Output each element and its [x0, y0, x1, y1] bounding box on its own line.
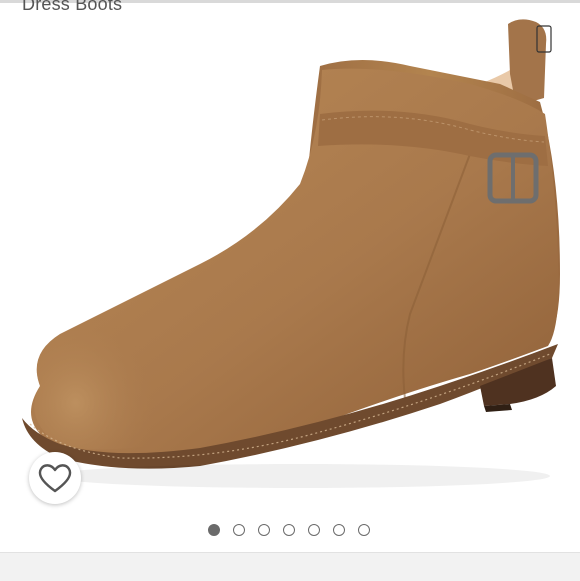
bottom-bar — [0, 552, 580, 581]
carousel-dot[interactable] — [258, 524, 270, 536]
carousel-dot[interactable] — [208, 524, 220, 536]
carousel-dot[interactable] — [308, 524, 320, 536]
carousel-dot[interactable] — [283, 524, 295, 536]
carousel-dot[interactable] — [333, 524, 345, 536]
carousel-indicator — [0, 524, 579, 540]
product-image[interactable] — [0, 14, 580, 514]
heart-outline-icon — [38, 464, 72, 493]
carousel-dot[interactable] — [233, 524, 245, 536]
product-title: Dress Boots — [22, 0, 123, 14]
ankle-boot-image — [22, 19, 560, 488]
wishlist-button[interactable] — [29, 452, 81, 504]
carousel-dot[interactable] — [358, 524, 370, 536]
